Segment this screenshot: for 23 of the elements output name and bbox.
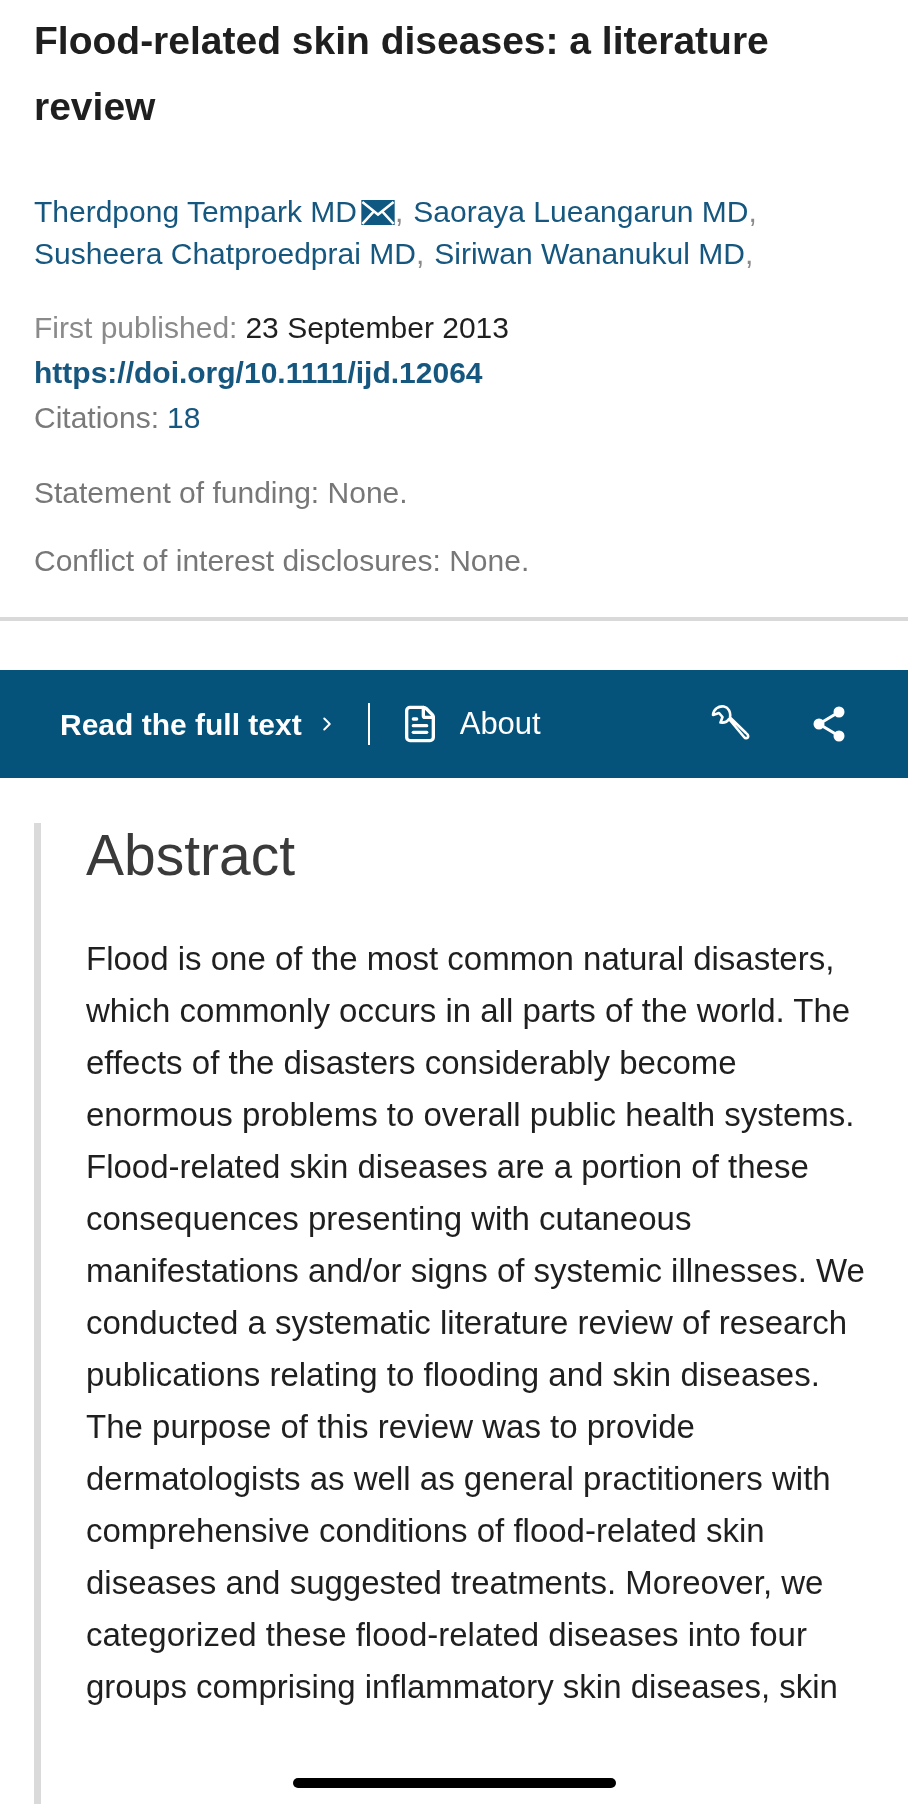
author-link[interactable]: Susheera Chatproedprai MD: [34, 233, 416, 275]
article-title: Flood-related skin diseases: a literature review: [34, 18, 770, 130]
author-separator: ,: [744, 236, 754, 272]
citations-count[interactable]: 18: [167, 395, 201, 440]
disclosure-text: Conflict of interest disclosures: None.: [34, 543, 531, 579]
email-icon[interactable]: [360, 199, 395, 225]
author-link[interactable]: Siriwan Wananukul MD: [434, 233, 745, 275]
author-link[interactable]: Therdpong Tempark MD: [34, 191, 357, 233]
doi-link[interactable]: https://doi.org/10.1111/ijd.12064: [34, 350, 483, 395]
author-separator: ,: [415, 236, 425, 272]
author-link[interactable]: Saoraya Lueangarun MD: [413, 191, 749, 233]
share-button[interactable]: [812, 706, 846, 742]
author-separator: ,: [748, 194, 757, 230]
disclosure-text: Statement of funding: None.: [34, 475, 409, 511]
abstract-heading: Abstract: [86, 823, 297, 888]
citations-label: Citations:: [34, 400, 160, 436]
full-text-link[interactable]: Read the full text: [60, 701, 338, 747]
about-tab[interactable]: About: [399, 700, 541, 748]
published-date: 23 September 2013: [245, 310, 509, 346]
published-label: First published:: [34, 310, 238, 346]
abstract-text: Flood is one of the most common natural disasters, which commonly occurs in all parts of the world. The effects of the disasters considerably become enormous problems to overall public health systems. Flood-related skin diseases are a portion of these consequences presenting with cutaneous manifestations and/or signs of systemic illnesses. We conducted a systematic literature review of research publications relating to flooding and skin diseases. The purpose of this review was to provide dermatologists as well as general practitioners with comprehensive conditions of flood-related skin diseases and suggested treatments. Moreover, we categorized these flood-related diseases into four groups comprising inflammatory skin diseases, skin: [86, 939, 866, 1707]
author-separator: ,: [394, 194, 404, 230]
share-icon: [812, 706, 846, 742]
